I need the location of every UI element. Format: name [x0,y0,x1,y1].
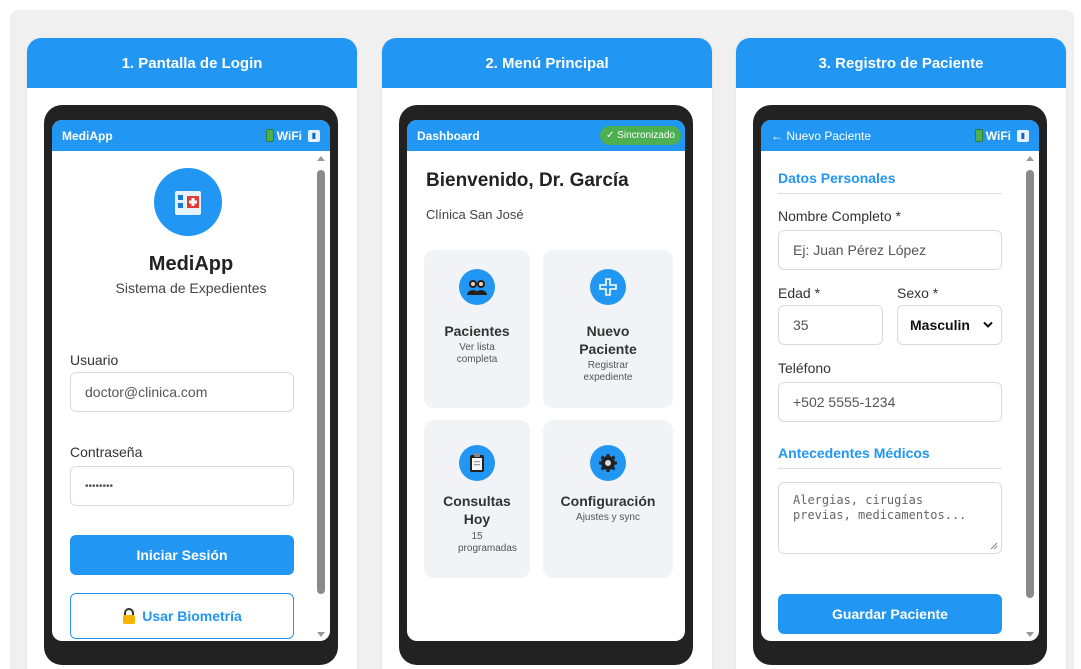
signal-icon: ▮ [308,129,320,142]
plus-icon [590,269,626,305]
panel-title: 1. Pantalla de Login [27,38,357,88]
resize-handle-icon[interactable] [990,542,998,550]
scrollbar[interactable] [1025,156,1035,637]
sex-select[interactable]: Masculin [897,305,1002,345]
biometric-button-label: Usar Biometría [142,608,242,624]
phone-frame: Dashboard ✓ Sincronizado Bienvenido, Dr.… [399,105,693,665]
hospital-icon [175,191,201,215]
save-patient-button[interactable]: Guardar Paciente [778,594,1002,634]
welcome-heading: Bienvenido, Dr. García [426,170,629,191]
age-input[interactable]: 35 [778,305,883,345]
dashboard-title: Dashboard [417,128,480,143]
gear-icon [590,445,626,481]
tile-title: Configuración [560,493,656,509]
wifi-label: WiFi [985,128,1011,143]
status-bar: Dashboard ✓ Sincronizado [407,120,685,151]
clinic-name: Clínica San José [426,207,524,222]
tile-pacientes[interactable]: Pacientes Ver lista completa [424,250,530,408]
menu-panel: 2. Menú Principal Dashboard ✓ Sincroniza… [382,38,712,669]
status-app-title: MediApp [62,128,113,143]
tile-configuracion[interactable]: Configuración Ajustes y sync [543,420,673,578]
name-input[interactable]: Ej: Juan Pérez López [778,230,1002,270]
clipboard-icon [459,445,495,481]
scroll-thumb[interactable] [1026,170,1034,598]
patients-icon [459,269,495,305]
password-input[interactable]: •••••••• [70,466,294,506]
tile-subtitle: Ajustes y sync [576,512,640,523]
sync-badge: ✓ Sincronizado [600,126,681,145]
tile-title: Consultas Hoy [443,493,511,527]
battery-icon [974,129,983,142]
history-textarea[interactable]: Alergias, cirugías previas, medicamentos… [778,482,1002,554]
tile-title: Nuevo Paciente [579,323,637,357]
tile-subtitle: Ver lista completa [456,342,498,365]
back-title[interactable]: ← Nuevo Paciente [771,129,871,143]
status-bar: ← Nuevo Paciente WiFi ▮ [761,120,1039,151]
scroll-thumb[interactable] [317,170,325,594]
phone-screen: Dashboard ✓ Sincronizado Bienvenido, Dr.… [407,120,685,641]
username-label: Usuario [70,352,119,368]
scroll-down-arrow[interactable] [317,632,325,637]
app-subtitle: Sistema de Expedientes [115,280,267,296]
sex-label: Sexo * [897,285,939,301]
age-label: Edad * [778,285,821,301]
battery-icon [265,129,274,142]
divider [778,193,1002,194]
tile-consultas-hoy[interactable]: Consultas Hoy 15 programadas [424,420,530,578]
phone-label: Teléfono [778,360,831,376]
app-logo [154,168,222,236]
panel-title: 3. Registro de Paciente [736,38,1066,88]
login-button[interactable]: Iniciar Sesión [70,535,294,575]
section-personal-data: Datos Personales [778,170,896,186]
history-placeholder: Alergias, cirugías previas, medicamentos… [793,493,967,522]
registration-panel: 3. Registro de Paciente ← Nuevo Paciente… [736,38,1066,669]
panel-title: 2. Menú Principal [382,38,712,88]
biometric-button[interactable]: Usar Biometría [70,593,294,639]
tile-subtitle: Registrar expediente [583,360,633,383]
login-panel: 1. Pantalla de Login MediApp WiFi ▮ Medi… [27,38,357,669]
tile-subtitle: 15 programadas [458,531,517,554]
username-input[interactable]: doctor@clinica.com [70,372,294,412]
lock-icon [123,608,136,624]
chevron-down-icon [983,321,993,328]
phone-input[interactable]: +502 5555-1234 [778,382,1002,422]
password-label: Contraseña [70,444,143,460]
canvas-background: 1. Pantalla de Login MediApp WiFi ▮ Medi… [10,10,1074,669]
scroll-down-arrow[interactable] [1026,632,1034,637]
signal-icon: ▮ [1017,129,1029,142]
tile-nuevo-paciente[interactable]: Nuevo Paciente Registrar expediente [543,250,673,408]
sex-select-value: Masculin [910,317,970,333]
app-name: MediApp [148,253,234,275]
scroll-up-arrow[interactable] [1026,156,1034,161]
scrollbar[interactable] [316,156,326,637]
tile-title: Pacientes [444,323,510,339]
phone-frame: MediApp WiFi ▮ MediApp Sistema de Expedi… [44,105,338,665]
phone-screen: ← Nuevo Paciente WiFi ▮ Datos Personales… [761,120,1039,641]
status-bar: MediApp WiFi ▮ [52,120,330,151]
scroll-up-arrow[interactable] [317,156,325,161]
divider [778,468,1002,469]
phone-frame: ← Nuevo Paciente WiFi ▮ Datos Personales… [753,105,1047,665]
phone-screen: MediApp WiFi ▮ MediApp Sistema de Expedi… [52,120,330,641]
wifi-label: WiFi [276,128,302,143]
section-medical-history: Antecedentes Médicos [778,445,930,461]
name-label: Nombre Completo * [778,208,901,224]
